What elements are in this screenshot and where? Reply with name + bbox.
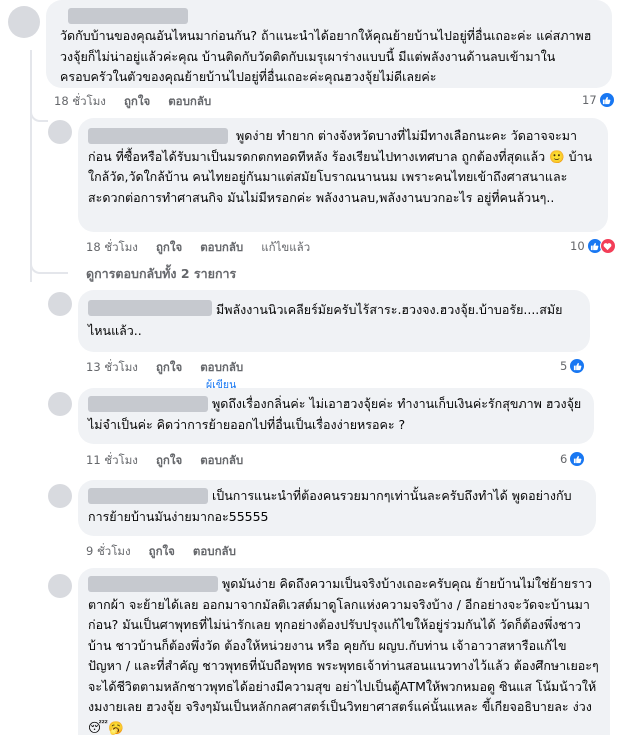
thread-connector xyxy=(30,250,68,274)
edited-label: แก้ไขแล้ว xyxy=(261,240,311,254)
comment-bubble: พูดง่าย ทำยาก ต่างจังหวัดบางที่ไม่มีทางเ… xyxy=(78,118,608,232)
reply-button[interactable]: ตอบกลับ xyxy=(200,452,243,470)
comment-actions: 11 ชั่วโมง ถูกใจ ตอบกลับ xyxy=(86,452,243,470)
comment-timestamp[interactable]: 13 ชั่วโมง xyxy=(86,359,138,377)
reaction-count: 5 xyxy=(560,359,568,373)
like-icon xyxy=(569,451,586,467)
avatar[interactable] xyxy=(48,484,72,508)
comment-actions: 18 ชั่วโมง ถูกใจ ตอบกลับ แก้ไขแล้ว xyxy=(86,239,310,257)
like-button[interactable]: ถูกใจ xyxy=(149,543,175,561)
view-replies-link[interactable]: ดูการตอบกลับทั้ง 2 รายการ xyxy=(86,264,236,284)
comment-text: วัดกับบ้านของคุณอันไหนมาก่อนกัน? ถ้าแนะน… xyxy=(60,28,592,84)
like-button[interactable]: ถูกใจ xyxy=(156,452,182,470)
avatar[interactable] xyxy=(48,120,72,144)
avatar[interactable] xyxy=(8,6,40,38)
reaction-summary[interactable]: 6 xyxy=(560,451,586,467)
reaction-summary[interactable]: 17 xyxy=(582,92,615,108)
comment-actions: 13 ชั่วโมง ถูกใจ ตอบกลับ xyxy=(86,359,243,377)
like-button[interactable]: ถูกใจ xyxy=(156,359,182,377)
reaction-count: 6 xyxy=(560,452,568,466)
reply-button[interactable]: ตอบกลับ xyxy=(200,239,243,257)
comment-bubble: มีพลังงานนิวเคลียร์มัยครับไร้สาระ.ฮวงจง.… xyxy=(78,290,590,352)
reaction-count: 10 xyxy=(570,239,585,253)
reaction-count: 17 xyxy=(582,93,597,107)
avatar[interactable] xyxy=(48,292,72,316)
commenter-name[interactable] xyxy=(68,8,188,24)
thread-line-main xyxy=(30,50,32,282)
comment-bubble: พูดมันง่าย คิดถึงความเป็นจริงบ้างเถอะครั… xyxy=(78,568,610,735)
comment-text: เป็นการแนะนำที่ต้องคนรวยมากๆเท่านั้นละคร… xyxy=(88,488,572,524)
comment-bubble: วัดกับบ้านของคุณอันไหนมาก่อนกัน? ถ้าแนะน… xyxy=(46,0,612,88)
comment-text: พูดมันง่าย คิดถึงความเป็นจริงบ้างเถอะครั… xyxy=(88,576,599,735)
comment-timestamp[interactable]: 18 ชั่วโมง xyxy=(86,239,138,257)
reaction-summary[interactable]: 10 xyxy=(570,238,616,254)
like-icon xyxy=(598,92,615,108)
comment-text: พูดง่าย ทำยาก ต่างจังหวัดบางที่ไม่มีทางเ… xyxy=(88,128,593,205)
comment-timestamp[interactable]: 11 ชั่วโมง xyxy=(86,452,138,470)
comment-text: มีพลังงานนิวเคลียร์มัยครับไร้สาระ.ฮวงจง.… xyxy=(88,302,563,338)
comment-timestamp[interactable]: 18 ชั่วโมง xyxy=(54,93,106,111)
reaction-summary[interactable]: 5 xyxy=(560,358,586,374)
comment-bubble: เป็นการแนะนำที่ต้องคนรวยมากๆเท่านั้นละคร… xyxy=(78,480,596,536)
avatar[interactable] xyxy=(48,574,72,598)
like-button[interactable]: ถูกใจ xyxy=(124,93,150,111)
heart-icon xyxy=(599,238,616,254)
comment-actions: 9 ชั่วโมง ถูกใจ ตอบกลับ xyxy=(86,543,236,561)
like-icon xyxy=(569,358,586,374)
thread-connector xyxy=(30,100,48,122)
comment-timestamp[interactable]: 9 ชั่วโมง xyxy=(86,543,131,561)
avatar[interactable] xyxy=(48,392,72,416)
comment-actions: 18 ชั่วโมง ถูกใจ ตอบกลับ xyxy=(54,93,211,111)
reply-button[interactable]: ตอบกลับ xyxy=(200,359,243,377)
comment-bubble: พูดถึงเรื่องกลิ่นค่ะ ไม่เอาฮวงจุ้ยค่ะ ทำ… xyxy=(78,388,594,444)
reply-button[interactable]: ตอบกลับ xyxy=(168,93,211,111)
reply-button[interactable]: ตอบกลับ xyxy=(193,543,236,561)
comment-text: พูดถึงเรื่องกลิ่นค่ะ ไม่เอาฮวงจุ้ยค่ะ ทำ… xyxy=(88,396,582,432)
like-button[interactable]: ถูกใจ xyxy=(156,239,182,257)
